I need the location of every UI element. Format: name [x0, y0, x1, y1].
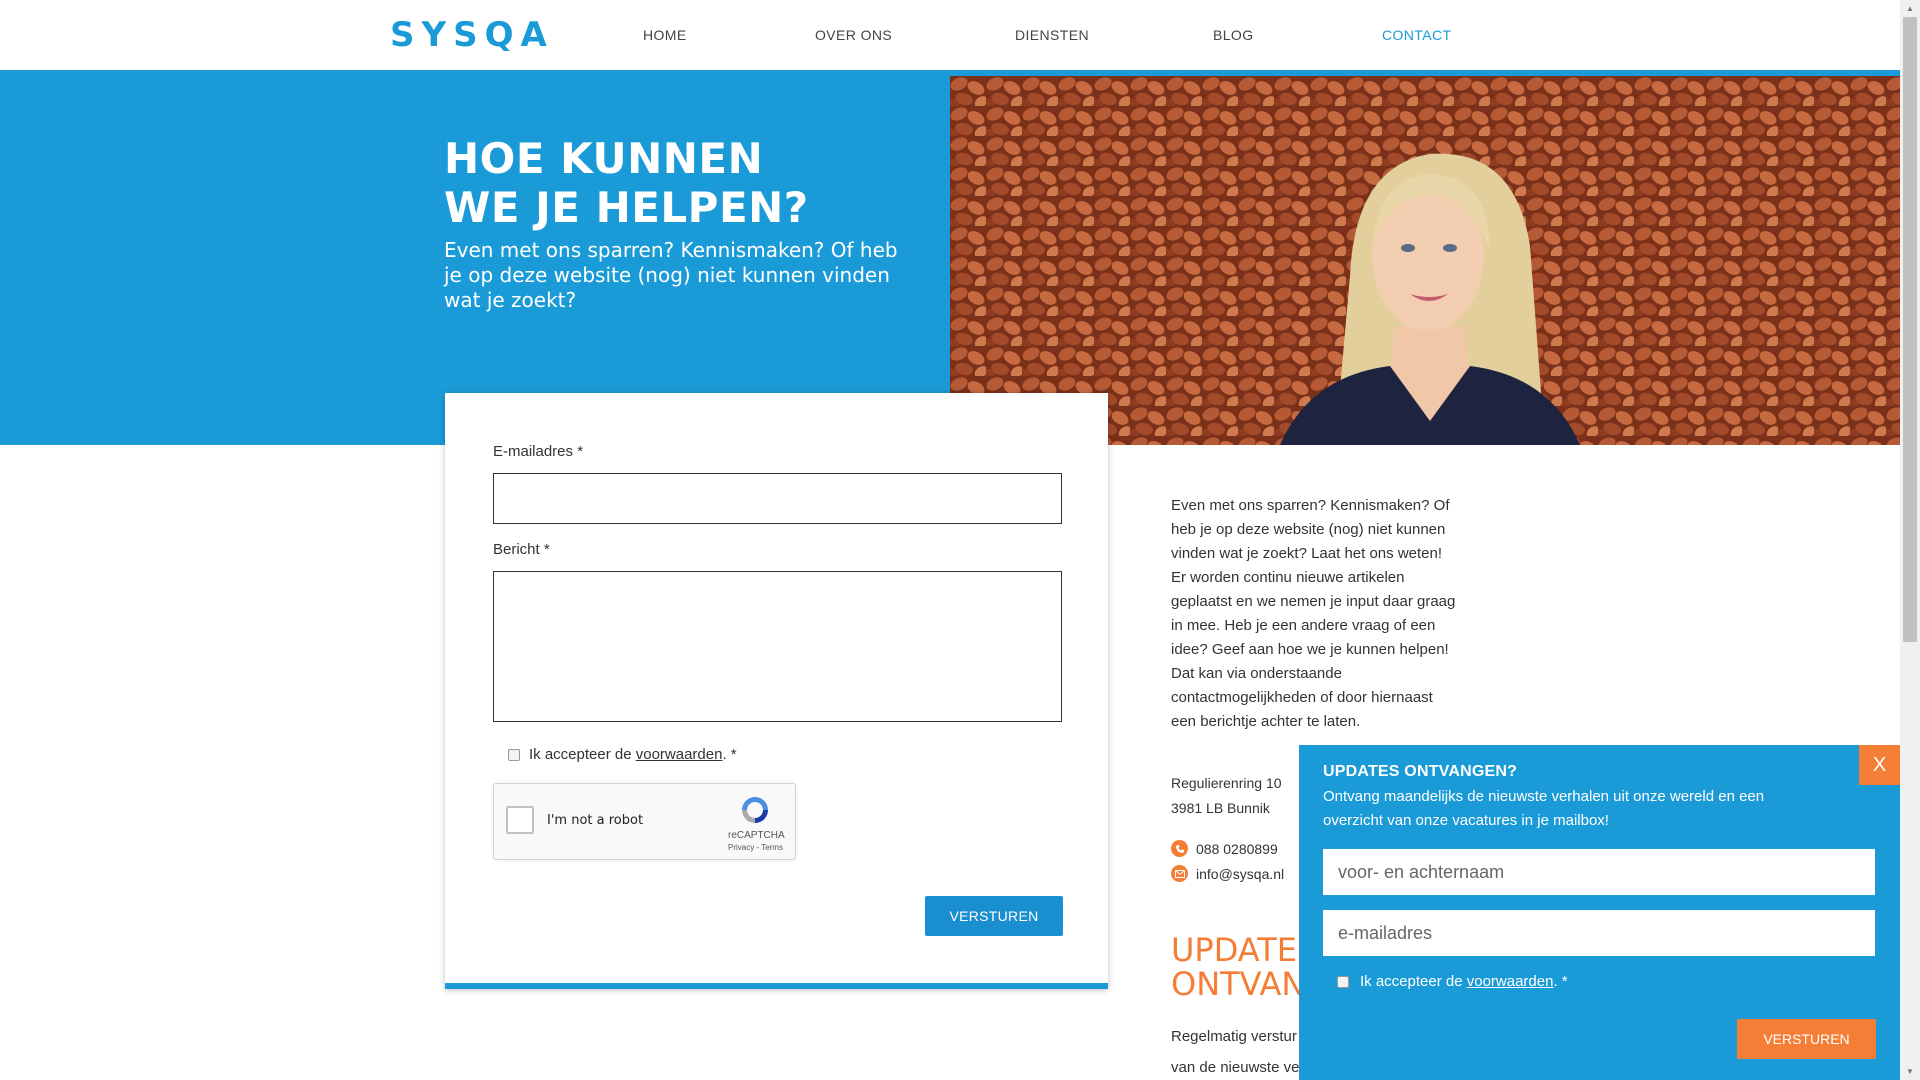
required-mark: * [577, 443, 584, 460]
nav-home[interactable]: HOME [643, 27, 687, 43]
phone-number[interactable]: 088 0280899 [1196, 841, 1278, 857]
accept-prefix: Ik accepteer de [529, 746, 636, 763]
popup-accept-suffix: . * [1553, 973, 1568, 990]
hero-title-line-1: HOE KUNNEN [444, 134, 764, 183]
email-address[interactable]: info@sysqa.nl [1196, 866, 1284, 882]
scroll-down-icon[interactable]: ▼ [1900, 1063, 1920, 1080]
nav-contact[interactable]: CONTACT [1382, 27, 1451, 43]
updates-text-line-1: Regelmatig verstur [1171, 1028, 1297, 1045]
accept-suffix: . * [722, 746, 737, 763]
popup-accept-text: Ik accepteer de voorwaarden. * [1360, 973, 1568, 990]
required-mark: * [543, 541, 550, 558]
popup-submit-button[interactable]: VERSTUREN [1737, 1019, 1876, 1059]
scroll-thumb[interactable] [1903, 17, 1917, 642]
hero-title-line-2: WE JE HELPEN? [444, 183, 809, 232]
recaptcha-checkbox[interactable] [506, 806, 534, 834]
popup-close-button[interactable]: X [1859, 745, 1900, 785]
nav-over-ons[interactable]: OVER ONS [815, 27, 892, 43]
popup-terms-link[interactable]: voorwaarden [1467, 973, 1554, 990]
accept-terms-checkbox[interactable] [508, 749, 520, 761]
recaptcha-privacy-terms[interactable]: Privacy - Terms [728, 843, 783, 852]
email-field[interactable] [493, 473, 1062, 524]
popup-accept-checkbox[interactable] [1337, 976, 1349, 988]
popup-name-input[interactable] [1323, 849, 1875, 895]
phone-icon [1171, 840, 1188, 857]
site-header: SYSQA HOME OVER ONS DIENSTEN BLOG CONTAC… [0, 0, 1900, 72]
nav-blog[interactable]: BLOG [1213, 27, 1254, 43]
page-scrollbar[interactable]: ▲ ▼ [1900, 0, 1920, 1080]
popup-accept-prefix: Ik accepteer de [1360, 973, 1467, 990]
popup-title: UPDATES ONTVANGEN? [1323, 763, 1518, 780]
recaptcha-label: I'm not a robot [547, 813, 644, 828]
hero-subtitle: Even met ons sparren? Kennismaken? Of he… [444, 238, 898, 312]
contact-intro-text: Even met ons sparren? Kennismaken? Of he… [1171, 497, 1456, 730]
hero-title: HOE KUNNEN WE JE HELPEN? [444, 134, 809, 232]
email-label: E-mailadres * [493, 443, 583, 460]
popup-text: Ontvang maandelijks de nieuwste verhalen… [1323, 788, 1765, 829]
hero-photo [950, 76, 1900, 445]
nav-diensten[interactable]: DIENSTEN [1015, 27, 1089, 43]
terms-link[interactable]: voorwaarden [636, 746, 723, 763]
mail-icon [1171, 865, 1188, 882]
popup-email-input[interactable] [1323, 910, 1875, 956]
newsletter-popup: UPDATES ONTVANGEN? Ontvang maandelijks d… [1299, 745, 1900, 1080]
form-card-bottom-bar [445, 983, 1108, 989]
phone-row[interactable]: 088 0280899 [1171, 840, 1278, 857]
recaptcha-widget: I'm not a robot reCAPTCHA Privacy - Term… [493, 783, 796, 860]
submit-button[interactable]: VERSTUREN [925, 896, 1063, 936]
recaptcha-brand: reCAPTCHA [728, 830, 785, 841]
email-label-text: E-mailadres [493, 443, 574, 460]
address-street: Regulierenring 10 [1171, 775, 1282, 791]
message-label: Bericht * [493, 541, 550, 558]
message-label-text: Bericht [493, 541, 540, 558]
email-row[interactable]: info@sysqa.nl [1171, 865, 1284, 882]
address-city: 3981 LB Bunnik [1171, 800, 1270, 816]
contact-form: E-mailadres * Bericht * Ik accepteer de … [445, 393, 1108, 989]
message-field[interactable] [493, 571, 1062, 722]
scroll-up-icon[interactable]: ▲ [1900, 0, 1920, 17]
accept-terms-text: Ik accepteer de voorwaarden. * [529, 746, 737, 763]
sysqa-logo[interactable]: SYSQA [390, 15, 554, 55]
recaptcha-icon [742, 797, 768, 823]
updates-text-line-2: van de nieuwste ve [1171, 1059, 1300, 1076]
